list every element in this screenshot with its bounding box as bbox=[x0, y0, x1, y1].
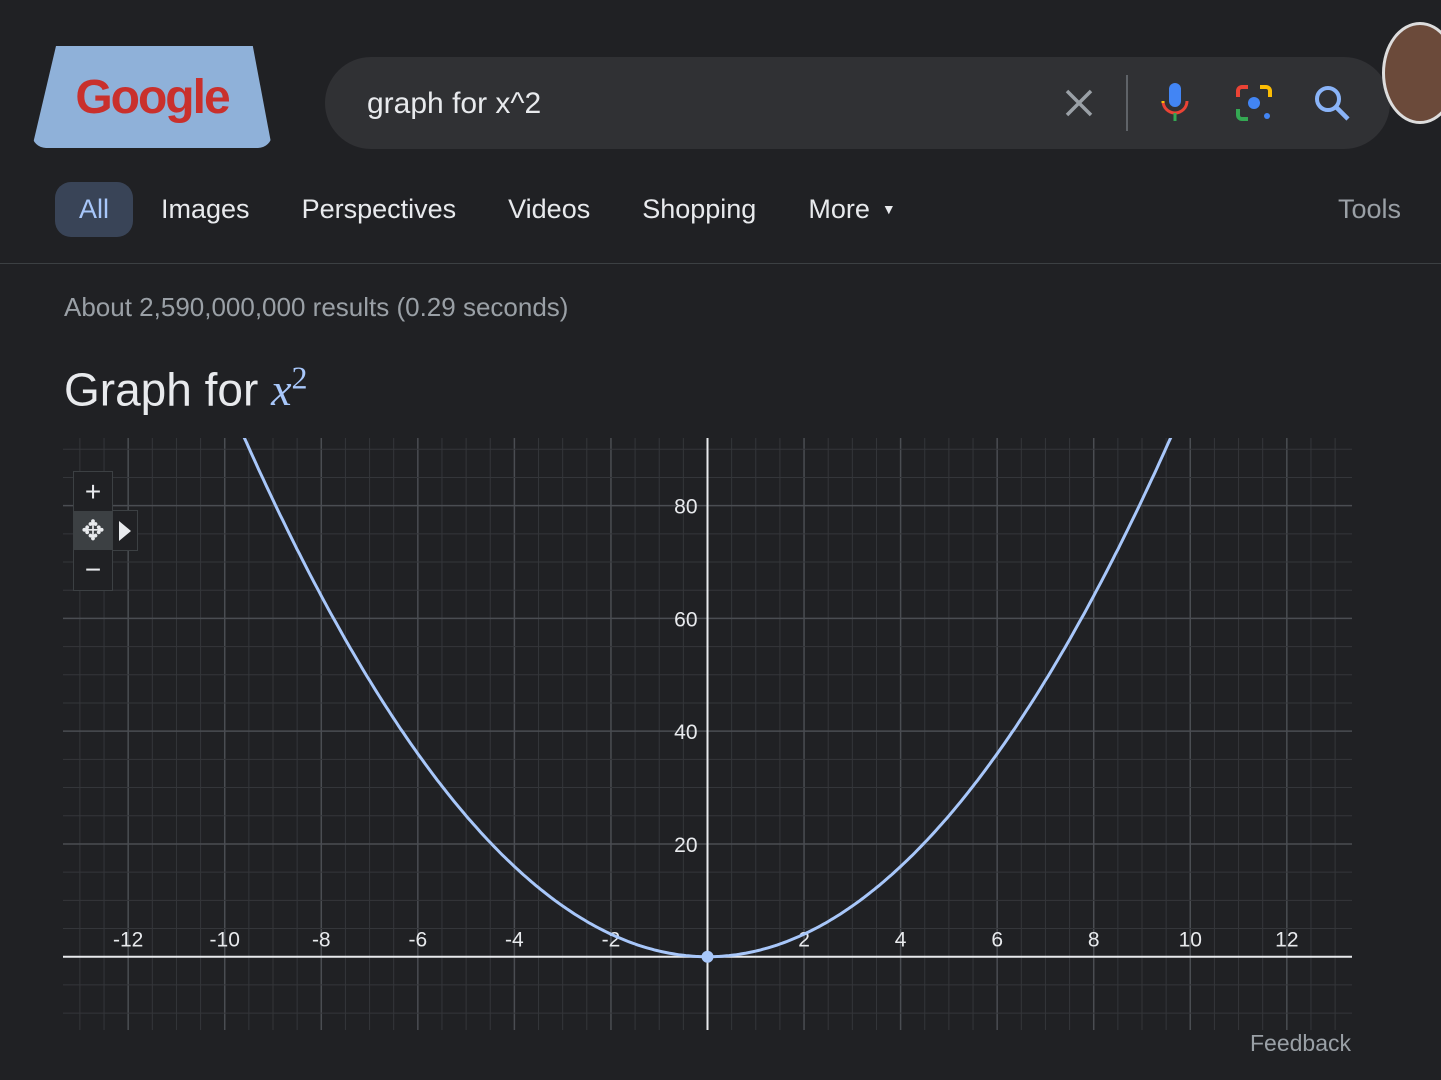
expand-arrow-icon[interactable] bbox=[112, 510, 138, 551]
x-tick-label: 10 bbox=[1179, 929, 1202, 952]
feedback-link[interactable]: Feedback bbox=[1250, 1030, 1351, 1057]
vertex-point bbox=[701, 950, 714, 963]
zoom-in-button[interactable]: + bbox=[74, 472, 112, 511]
x-tick-label: -4 bbox=[505, 929, 524, 952]
x-tick-label: -12 bbox=[113, 929, 143, 952]
x-tick-label: 12 bbox=[1275, 929, 1298, 952]
function-graph[interactable]: -12 -10 -8 -6 -4 -2 2 4 6 8 10 1220406080 bbox=[0, 0, 1441, 1080]
x-tick-label: 8 bbox=[1088, 929, 1100, 952]
zoom-out-button[interactable]: − bbox=[74, 550, 112, 589]
y-tick-label: 60 bbox=[674, 608, 697, 631]
graph-controls: + ✥ − bbox=[73, 471, 113, 591]
y-tick-label: 20 bbox=[674, 834, 697, 857]
x-tick-label: -10 bbox=[210, 929, 240, 952]
x-tick-label: -6 bbox=[408, 929, 427, 952]
y-tick-label: 80 bbox=[674, 496, 697, 519]
x-tick-label: 4 bbox=[895, 929, 907, 952]
pan-icon[interactable]: ✥ bbox=[74, 511, 112, 550]
x-tick-label: 6 bbox=[991, 929, 1003, 952]
x-tick-label: -8 bbox=[312, 929, 331, 952]
y-tick-label: 40 bbox=[674, 721, 697, 744]
